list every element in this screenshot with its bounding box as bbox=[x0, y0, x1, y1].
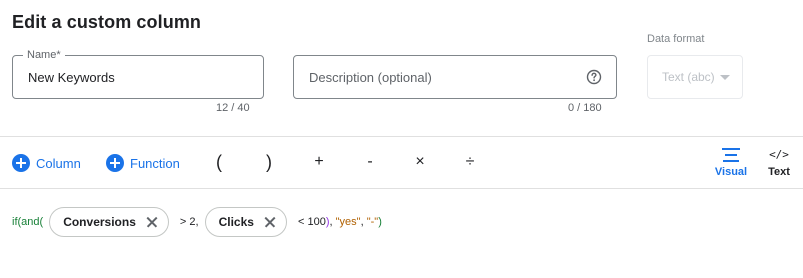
help-icon[interactable] bbox=[586, 69, 602, 85]
data-format-select[interactable]: Text (abc) bbox=[647, 55, 743, 99]
formula-function-text: if(and( bbox=[12, 216, 44, 228]
description-placeholder: Description (optional) bbox=[309, 70, 432, 85]
data-format-value: Text (abc) bbox=[662, 70, 715, 84]
text-mode-tab[interactable]: </> Text bbox=[762, 148, 796, 178]
remove-chip-icon[interactable] bbox=[146, 216, 158, 228]
open-paren-button[interactable]: ( bbox=[208, 150, 230, 174]
description-char-counter: 0 / 180 bbox=[568, 102, 602, 114]
dialog-title: Edit a custom column bbox=[12, 12, 202, 32]
name-field[interactable]: Name* New Keywords bbox=[12, 49, 264, 99]
toolbar-bottom-divider bbox=[0, 188, 803, 189]
chip-label: Clicks bbox=[218, 215, 254, 229]
formula-string-dash: "-" bbox=[366, 216, 379, 228]
name-field-label: Name* bbox=[23, 49, 65, 61]
visual-mode-label: Visual bbox=[714, 166, 748, 178]
add-column-label: Column bbox=[36, 155, 81, 171]
text-mode-label: Text bbox=[768, 166, 790, 178]
name-char-counter: 12 / 40 bbox=[216, 102, 250, 114]
formula-string-yes: "yes" bbox=[335, 216, 361, 228]
visual-editor-icon bbox=[722, 148, 740, 162]
close-paren-button[interactable]: ) bbox=[258, 150, 280, 174]
formula-operator-text: < 100 bbox=[294, 216, 326, 228]
remove-chip-icon[interactable] bbox=[264, 216, 276, 228]
plus-button[interactable]: + bbox=[308, 150, 330, 174]
add-function-label: Function bbox=[130, 155, 180, 171]
dropdown-caret-icon bbox=[720, 75, 730, 80]
multiply-button[interactable]: × bbox=[409, 150, 431, 174]
minus-button[interactable]: - bbox=[359, 150, 381, 174]
name-field-value[interactable]: New Keywords bbox=[28, 70, 115, 85]
column-chip-conversions[interactable]: Conversions bbox=[49, 207, 169, 237]
formula-editor[interactable]: if(and( Conversions > 2, Clicks < 100), … bbox=[12, 207, 382, 237]
data-format-label: Data format bbox=[647, 33, 705, 45]
add-function-button[interactable]: Function bbox=[106, 152, 180, 174]
add-circle-icon bbox=[106, 154, 124, 172]
column-chip-clicks[interactable]: Clicks bbox=[204, 207, 287, 237]
toolbar-top-divider bbox=[0, 136, 803, 137]
visual-mode-tab[interactable]: Visual bbox=[712, 148, 750, 178]
code-icon: </> bbox=[769, 148, 789, 161]
add-column-button[interactable]: Column bbox=[12, 152, 81, 174]
divide-button[interactable]: ÷ bbox=[459, 150, 481, 174]
add-circle-icon bbox=[12, 154, 30, 172]
chip-label: Conversions bbox=[63, 215, 136, 229]
formula-final-paren: ) bbox=[378, 216, 382, 228]
formula-operator-text: > 2, bbox=[176, 216, 199, 228]
description-field[interactable]: Description (optional) bbox=[293, 55, 617, 99]
